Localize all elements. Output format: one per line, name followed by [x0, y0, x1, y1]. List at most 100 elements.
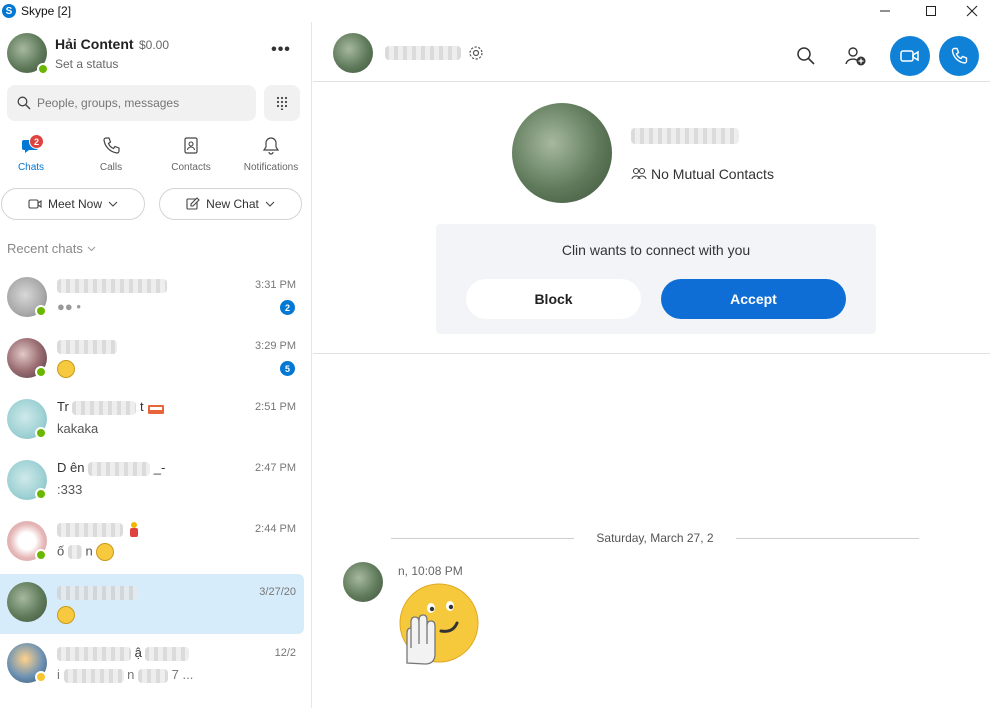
online-status-indicator — [35, 549, 47, 561]
compose-icon — [186, 197, 200, 210]
profile-name: Hải Content — [55, 36, 134, 52]
more-options-button[interactable]: ••• — [269, 41, 293, 65]
chat-time: 3:29 PM — [255, 340, 296, 352]
tab-notifications[interactable]: Notifications — [232, 134, 310, 178]
chat-preview-start: ố — [57, 543, 65, 559]
conversation-header — [313, 22, 990, 82]
chat-list-item[interactable]: Tr t 2:51 PM kakaka — [0, 389, 304, 449]
online-status-indicator — [35, 427, 47, 439]
chat-preview: kakaka — [57, 421, 99, 436]
chat-list-item[interactable]: D ên _- 2:47 PM :333 — [0, 450, 304, 510]
chat-name: Tr t — [57, 399, 165, 415]
my-profile[interactable]: Hải Content $0.00 Set a status ••• — [7, 33, 307, 75]
mutual-contacts-icon — [631, 167, 647, 180]
audio-call-button[interactable] — [939, 36, 979, 76]
chat-name-mid: ậ — [134, 645, 142, 660]
tab-notifications-label: Notifications — [243, 162, 299, 173]
tab-contacts[interactable]: Contacts — [152, 134, 230, 178]
dialpad-icon — [276, 96, 288, 110]
tab-chats-label: Chats — [17, 162, 45, 173]
dialpad-button[interactable] — [264, 85, 300, 121]
add-person-icon — [845, 47, 866, 66]
chat-preview-end: 7 ... — [171, 667, 194, 682]
chevron-down-icon — [108, 201, 118, 207]
new-chat-button[interactable]: New Chat — [159, 188, 302, 220]
new-chat-label: New Chat — [206, 197, 259, 211]
maximize-button[interactable] — [908, 0, 954, 22]
separator-line — [736, 538, 919, 539]
chat-preview-mid: n — [85, 543, 93, 559]
minimize-button[interactable] — [862, 0, 908, 22]
connect-request-box: Clin wants to connect with you Block Acc… — [436, 224, 876, 334]
meet-now-label: Meet Now — [47, 197, 103, 211]
search-conversation-button[interactable] — [786, 36, 826, 76]
contact-large-avatar[interactable] — [512, 103, 612, 203]
block-button[interactable]: Block — [466, 279, 641, 319]
video-camera-icon — [900, 50, 919, 62]
recent-chats-label: Recent chats — [7, 241, 83, 256]
chat-name — [57, 584, 137, 600]
away-status-indicator — [35, 671, 47, 683]
contact-avatar[interactable] — [333, 33, 373, 73]
accept-button[interactable]: Accept — [661, 279, 846, 319]
chat-name-end: _- — [153, 460, 166, 475]
chat-list-item-selected[interactable]: 3/27/20 — [0, 574, 304, 634]
chat-time: 3/27/20 — [259, 586, 296, 598]
online-status-indicator — [35, 305, 47, 317]
chat-time: 12/2 — [274, 647, 296, 659]
chat-list-item[interactable]: 3:29 PM 5 — [0, 328, 304, 388]
chat-name: D ên _- — [57, 460, 165, 476]
video-call-button[interactable] — [890, 36, 930, 76]
contact-avatar — [7, 582, 47, 622]
main-nav-tabs: 2 Chats Calls Contacts Notifications — [0, 134, 312, 178]
sender-avatar[interactable] — [343, 562, 383, 602]
set-status-link[interactable]: Set a status — [55, 57, 118, 71]
recent-chats-header[interactable]: Recent chats — [7, 241, 96, 256]
hand-over-mouth-emoji-icon[interactable] — [397, 583, 479, 665]
chat-preview: :333 — [57, 482, 83, 497]
chat-name-start: D — [57, 460, 67, 475]
bell-icon — [262, 137, 280, 155]
unread-count-badge: 5 — [280, 361, 295, 376]
meet-now-button[interactable]: Meet Now — [1, 188, 145, 220]
chat-name-mid: ên — [70, 460, 85, 475]
phone-icon — [103, 137, 120, 154]
close-button[interactable] — [954, 0, 990, 22]
chats-unread-badge: 2 — [29, 134, 44, 149]
skype-credit[interactable]: $0.00 — [139, 38, 169, 52]
search-box[interactable] — [7, 85, 256, 121]
chat-list-item[interactable]: 3:31 PM ●● • 2 — [0, 267, 304, 327]
contact-request-card: No Mutual Contacts Clin wants to connect… — [313, 82, 990, 354]
video-camera-icon — [28, 199, 42, 209]
window-title: Skype [2] — [21, 4, 72, 18]
settings-gear-icon[interactable] — [468, 45, 484, 61]
chat-time: 2:47 PM — [255, 462, 296, 474]
chat-list-item[interactable]: 2:44 PM ố n — [0, 511, 304, 571]
maximize-icon — [926, 6, 936, 16]
minimize-icon — [880, 10, 890, 12]
chat-time: 2:51 PM — [255, 401, 296, 413]
add-people-button[interactable] — [835, 36, 875, 76]
chat-list-item[interactable]: ậ 12/2 i n 7 ... — [0, 635, 304, 695]
tab-chats[interactable]: 2 Chats — [0, 134, 70, 178]
chat-name — [57, 521, 141, 539]
chat-time: 2:44 PM — [255, 523, 296, 535]
online-status-indicator — [35, 488, 47, 500]
search-input[interactable] — [37, 96, 237, 110]
chat-name-mid: t — [140, 399, 144, 414]
chat-preview: ●● • — [57, 299, 81, 314]
chat-name: ậ — [57, 645, 190, 661]
person-sticker-icon — [129, 522, 138, 537]
laughing-emoji-icon — [96, 543, 115, 561]
tab-calls-label: Calls — [99, 162, 123, 173]
contact-name[interactable] — [385, 46, 461, 60]
chevron-down-icon — [87, 246, 95, 252]
tab-calls[interactable]: Calls — [72, 134, 150, 178]
sidebar: Hải Content $0.00 Set a status ••• Peopl… — [0, 22, 312, 708]
skype-logo-icon: S — [2, 4, 16, 18]
phone-icon — [951, 47, 968, 64]
message-timestamp: n, 10:08 PM — [398, 564, 463, 578]
unread-count-badge: 2 — [280, 300, 295, 315]
chat-preview-mid: n — [127, 667, 135, 682]
mutual-contacts-info: No Mutual Contacts — [631, 166, 774, 182]
